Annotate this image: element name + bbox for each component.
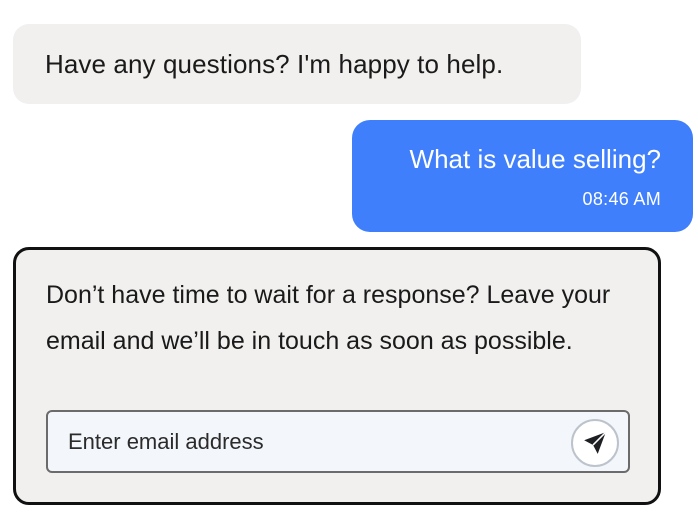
message-timestamp: 08:46 AM (582, 189, 661, 209)
email-capture-prompt: Don’t have time to wait for a response? … (46, 281, 611, 355)
email-input[interactable] (48, 412, 568, 471)
user-message-bubble: What is value selling? 08:46 AM (352, 120, 693, 232)
user-message-text: What is value selling? (409, 144, 661, 174)
bot-message-text: Have any questions? I'm happy to help. (45, 48, 504, 79)
bot-message-bubble: Have any questions? I'm happy to help. (13, 24, 581, 104)
chat-window: Have any questions? I'm happy to help. W… (0, 0, 698, 515)
paper-plane-icon (584, 431, 607, 454)
email-capture-card: Don’t have time to wait for a response? … (13, 247, 661, 505)
email-form (46, 410, 630, 473)
send-email-button[interactable] (571, 419, 619, 467)
